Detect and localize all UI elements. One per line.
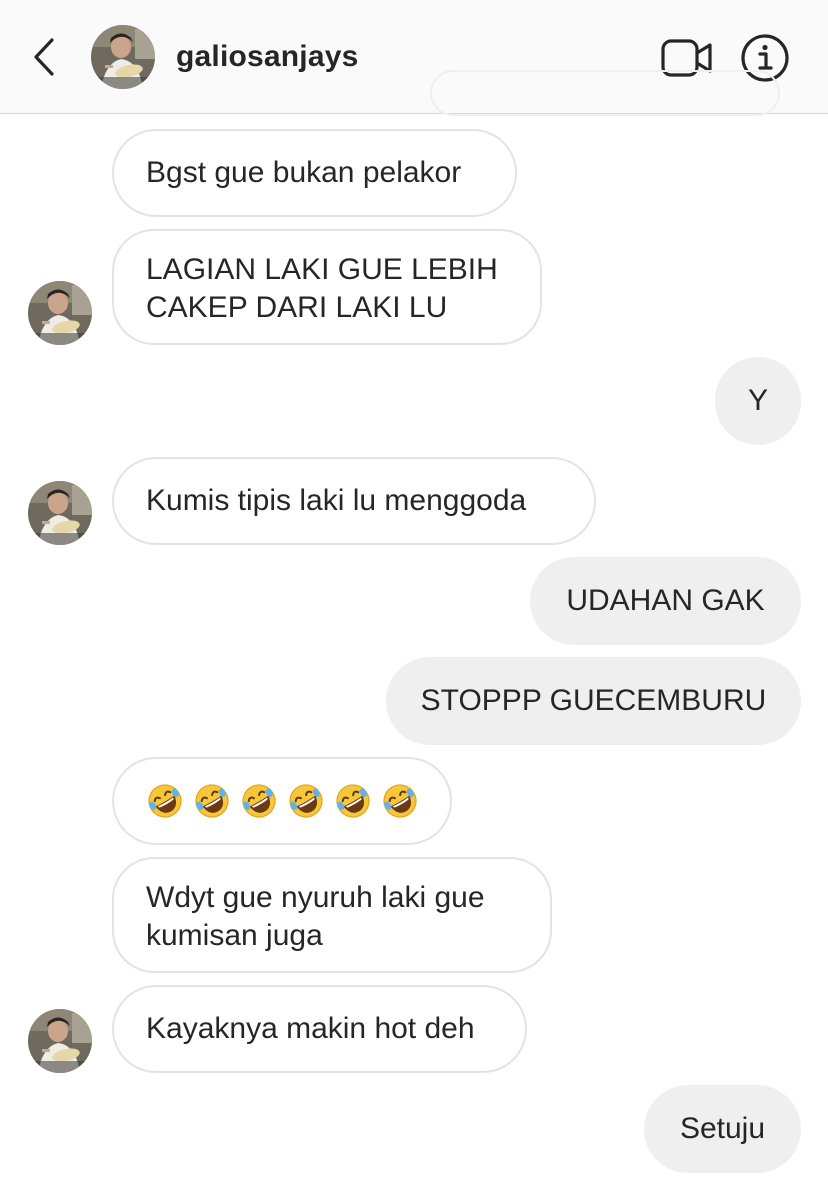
message-text: Bgst gue bukan pelakor	[146, 156, 462, 189]
rolling-on-floor-laughing-icon	[381, 782, 419, 820]
message-bubble-incoming[interactable]	[112, 757, 452, 845]
rolling-on-floor-laughing-icon	[193, 782, 231, 820]
back-button[interactable]	[28, 36, 62, 78]
message-text: Kayaknya makin hot deh	[146, 1012, 475, 1045]
message-bubble-outgoing[interactable]: Y	[715, 357, 801, 445]
chevron-left-icon	[34, 38, 54, 76]
sender-avatar[interactable]	[28, 481, 92, 545]
message-bubble-incoming[interactable]: Wdyt gue nyuruh laki gue kumisan juga	[112, 857, 552, 973]
message-bubble-outgoing[interactable]: STOPPP GUECEMBURU	[386, 657, 801, 745]
chat-username[interactable]: galiosanjays	[176, 38, 359, 76]
rolling-on-floor-laughing-icon	[240, 782, 278, 820]
sender-avatar[interactable]	[28, 1009, 92, 1073]
sender-avatar[interactable]	[28, 281, 92, 345]
message-bubble-cutoff	[430, 70, 780, 116]
header-avatar[interactable]	[91, 25, 155, 89]
message-bubble-incoming[interactable]: LAGIAN LAKI GUE LEBIH CAKEP DARI LAKI LU	[112, 229, 542, 345]
message-bubble-incoming[interactable]: Bgst gue bukan pelakor	[112, 129, 517, 217]
rolling-on-floor-laughing-icon	[146, 782, 184, 820]
message-text: Setuju	[679, 1112, 766, 1145]
message-text: UDAHAN GAK	[566, 584, 765, 617]
message-text-line: kumisan juga	[146, 919, 323, 952]
message-text: STOPPP GUECEMBURU	[420, 684, 767, 717]
message-bubble-incoming[interactable]: Kayaknya makin hot deh	[112, 985, 527, 1073]
message-text: Y	[747, 384, 768, 417]
emoji-row	[146, 782, 419, 820]
message-text-line: LAGIAN LAKI GUE LEBIH	[146, 253, 498, 286]
message-text: Kumis tipis laki lu menggoda	[146, 484, 527, 517]
rolling-on-floor-laughing-icon	[334, 782, 372, 820]
message-bubble-outgoing[interactable]: UDAHAN GAK	[530, 557, 801, 645]
message-bubble-outgoing[interactable]: Setuju	[644, 1085, 801, 1173]
message-text-line: CAKEP DARI LAKI LU	[146, 291, 448, 324]
message-text-line: Wdyt gue nyuruh laki gue	[146, 881, 485, 914]
message-bubble-incoming[interactable]: Kumis tipis laki lu menggoda	[112, 457, 596, 545]
rolling-on-floor-laughing-icon	[287, 782, 325, 820]
